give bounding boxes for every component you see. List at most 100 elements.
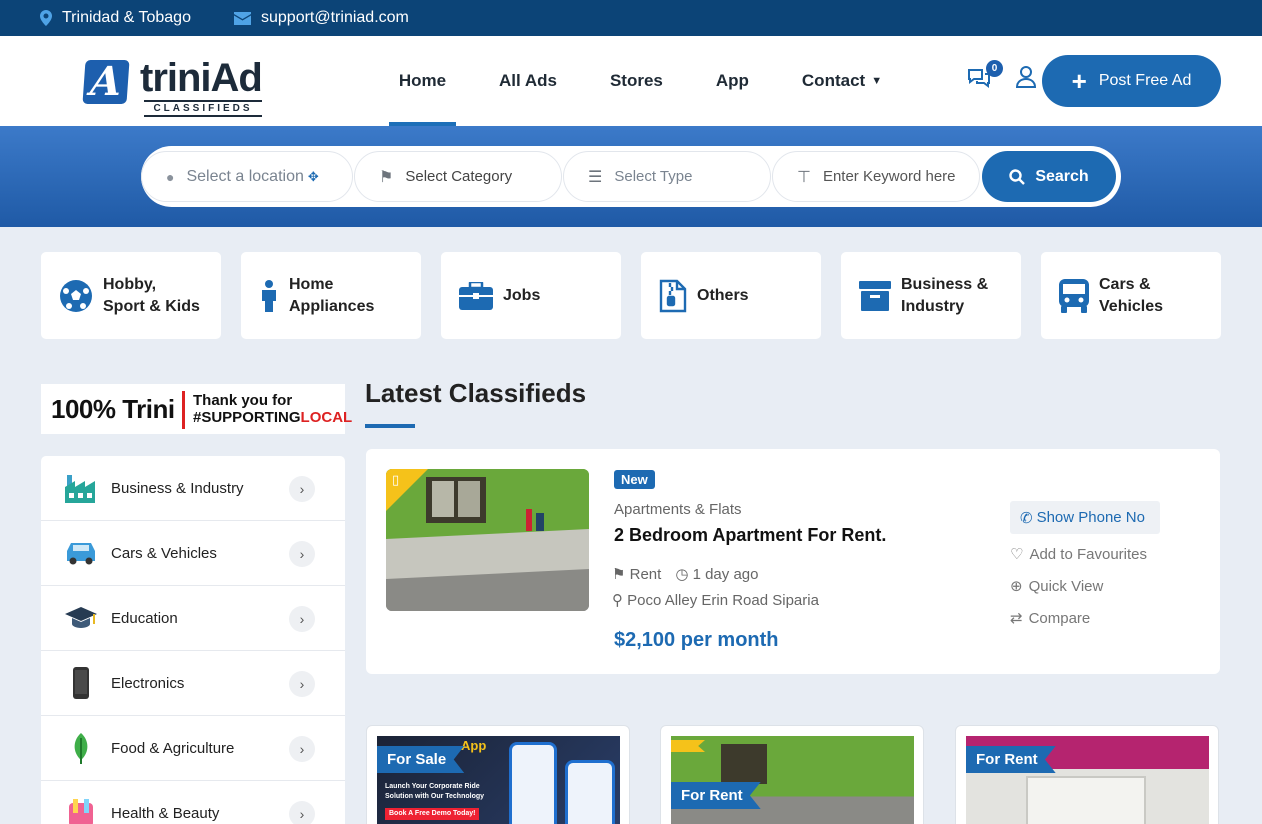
nav-all-ads[interactable]: All Ads bbox=[499, 36, 557, 126]
category-label: Jobs bbox=[503, 285, 540, 307]
chevron-right-icon: › bbox=[289, 736, 315, 762]
listing-type[interactable]: ⚑ Rent bbox=[612, 565, 661, 583]
category-card-home-appliances[interactable]: Home Appliances bbox=[241, 252, 421, 339]
listing-card-image[interactable] bbox=[671, 736, 914, 824]
category-label: Hobby, Sport & Kids bbox=[103, 274, 200, 318]
category-card-cars[interactable]: Cars & Vehicles bbox=[1041, 252, 1221, 339]
search-band: ● Select a location ✥ ⚑ Select Category … bbox=[0, 126, 1262, 227]
listing-card[interactable]: Launch Your Corporate Ride Solution with… bbox=[366, 725, 630, 824]
listing-image[interactable]: ▯ bbox=[386, 469, 589, 611]
sidebar-item-label: Cars & Vehicles bbox=[111, 544, 217, 562]
list-icon: ☰ bbox=[588, 168, 603, 186]
topbar-email[interactable]: support@triniad.com bbox=[234, 0, 409, 36]
featured-listing-card[interactable]: ▯ New Apartments & Flats 2 Bedroom Apart… bbox=[366, 449, 1220, 674]
category-label: Business & Industry bbox=[901, 274, 988, 318]
message-count-badge: 0 bbox=[986, 60, 1003, 77]
for-sale-tag: For Sale bbox=[377, 746, 465, 773]
chevron-right-icon: › bbox=[289, 671, 315, 697]
banner-divider bbox=[182, 391, 185, 429]
search-button[interactable]: Search bbox=[982, 151, 1116, 202]
category-label-line1: Others bbox=[697, 286, 749, 304]
sidebar-item-electronics[interactable]: Electronics › bbox=[41, 651, 345, 716]
clock-icon: ◷ bbox=[675, 566, 689, 583]
cabinet-shape bbox=[1026, 776, 1146, 824]
show-phone-button[interactable]: ✆ Show Phone No bbox=[1010, 501, 1160, 534]
category-card-others[interactable]: Others bbox=[641, 252, 821, 339]
sidebar-item-health-beauty[interactable]: Health & Beauty › bbox=[41, 781, 345, 824]
compare-link[interactable]: ⇄ Compare bbox=[1010, 609, 1090, 628]
listing-price: $2,100 per month bbox=[614, 629, 779, 651]
listing-location: ⚲ Poco Alley Erin Road Siparia bbox=[612, 591, 819, 609]
promo-text: Launch Your Corporate Ride Solution with… bbox=[385, 782, 484, 820]
map-pin-icon bbox=[40, 10, 52, 26]
sidebar-item-label: Business & Industry bbox=[111, 479, 244, 497]
site-logo[interactable]: A triniAd CLASSIFIEDS bbox=[78, 56, 278, 126]
search-form: ● Select a location ✥ ⚑ Select Category … bbox=[141, 146, 1121, 207]
messages-button[interactable]: 0 bbox=[966, 60, 1003, 94]
sidebar-item-education[interactable]: Education › bbox=[41, 586, 345, 651]
category-card-business[interactable]: Business & Industry bbox=[841, 252, 1021, 339]
category-placeholder: Select Category bbox=[405, 168, 513, 185]
smartphone-icon bbox=[73, 667, 89, 699]
category-select[interactable]: ⚑ Select Category bbox=[354, 151, 562, 202]
banner-line1: Thank you for bbox=[193, 392, 293, 409]
promo-cta: Book A Free Demo Today! bbox=[385, 808, 480, 820]
topbar-location: Trinidad & Tobago bbox=[40, 0, 191, 36]
listing-card[interactable]: For Rent bbox=[660, 725, 924, 824]
chevron-right-icon: › bbox=[289, 476, 315, 502]
banner-line2: #SUPPORTINGLOCAL bbox=[193, 409, 352, 426]
type-placeholder: Select Type bbox=[614, 168, 693, 185]
category-label-line1: Jobs bbox=[503, 286, 541, 304]
sidebar-item-label: Education bbox=[111, 609, 178, 627]
heart-icon: ♡ bbox=[1010, 546, 1024, 563]
email-text[interactable]: support@triniad.com bbox=[261, 9, 409, 27]
soccer-ball-icon bbox=[60, 279, 92, 312]
keyword-input[interactable]: ⊤ Enter Keyword here bbox=[772, 151, 980, 202]
promo-app-word: App bbox=[461, 738, 487, 753]
category-label: Cars & Vehicles bbox=[1099, 274, 1163, 318]
top-bar: Trinidad & Tobago support@triniad.com bbox=[0, 0, 1262, 36]
promo-line2: Solution with Our Technology bbox=[385, 793, 485, 800]
sidebar-item-food-agriculture[interactable]: Food & Agriculture › bbox=[41, 716, 345, 781]
featured-ribbon bbox=[671, 740, 705, 752]
search-icon bbox=[1009, 168, 1026, 185]
listing-category[interactable]: Apartments & Flats bbox=[614, 501, 742, 518]
sidebar-item-label: Food & Agriculture bbox=[111, 739, 235, 757]
heading-underline bbox=[365, 424, 415, 428]
category-card-jobs[interactable]: Jobs bbox=[441, 252, 621, 339]
location-select[interactable]: ● Select a location ✥ bbox=[141, 151, 353, 202]
quick-view-link[interactable]: ⊕ Quick View bbox=[1010, 577, 1104, 596]
banner-left-text: 100% Trini bbox=[51, 394, 175, 424]
banner-right-text: Thank you for #SUPPORTINGLOCAL bbox=[193, 392, 352, 426]
post-free-ad-button[interactable]: + Post Free Ad bbox=[1042, 55, 1221, 107]
listing-title[interactable]: 2 Bedroom Apartment For Rent. bbox=[614, 525, 886, 546]
logo-underline bbox=[144, 114, 262, 117]
phone-mockup-1 bbox=[509, 742, 557, 824]
crosshair-icon[interactable]: ✥ bbox=[308, 169, 319, 185]
category-card-hobby[interactable]: Hobby, Sport & Kids bbox=[41, 252, 221, 339]
nav-home[interactable]: Home bbox=[389, 36, 456, 126]
supporting-local-banner[interactable]: 100% Trini Thank you for #SUPPORTINGLOCA… bbox=[41, 384, 352, 434]
phone-icon: ✆ bbox=[1020, 509, 1033, 527]
category-label-line1: Cars & bbox=[1099, 275, 1151, 293]
cosmetics-icon bbox=[69, 799, 93, 824]
sidebar-item-business-industry[interactable]: Business & Industry › bbox=[41, 456, 345, 521]
sidebar-item-label: Electronics bbox=[111, 674, 185, 692]
for-rent-tag: For Rent bbox=[671, 782, 761, 809]
location-text: Trinidad & Tobago bbox=[62, 9, 191, 26]
nav-app[interactable]: App bbox=[716, 36, 749, 126]
type-select[interactable]: ☰ Select Type bbox=[563, 151, 771, 202]
sidebar-item-cars-vehicles[interactable]: Cars & Vehicles › bbox=[41, 521, 345, 586]
nav-stores[interactable]: Stores bbox=[610, 36, 663, 126]
briefcase-icon bbox=[459, 281, 493, 310]
logo-mark: A bbox=[82, 58, 130, 105]
listing-card[interactable]: For Rent bbox=[955, 725, 1219, 824]
nav-contact[interactable]: Contact ▼ bbox=[802, 36, 882, 126]
add-to-favourites-link[interactable]: ♡ Add to Favourites bbox=[1010, 545, 1147, 564]
logo-tagline: CLASSIFIEDS bbox=[144, 100, 262, 114]
quick-view-label: Quick View bbox=[1028, 577, 1104, 595]
phone-mockup-2 bbox=[565, 760, 615, 824]
map-pin-icon: ● bbox=[166, 168, 175, 185]
plus-icon: + bbox=[1071, 66, 1087, 96]
account-button[interactable] bbox=[1015, 66, 1040, 94]
